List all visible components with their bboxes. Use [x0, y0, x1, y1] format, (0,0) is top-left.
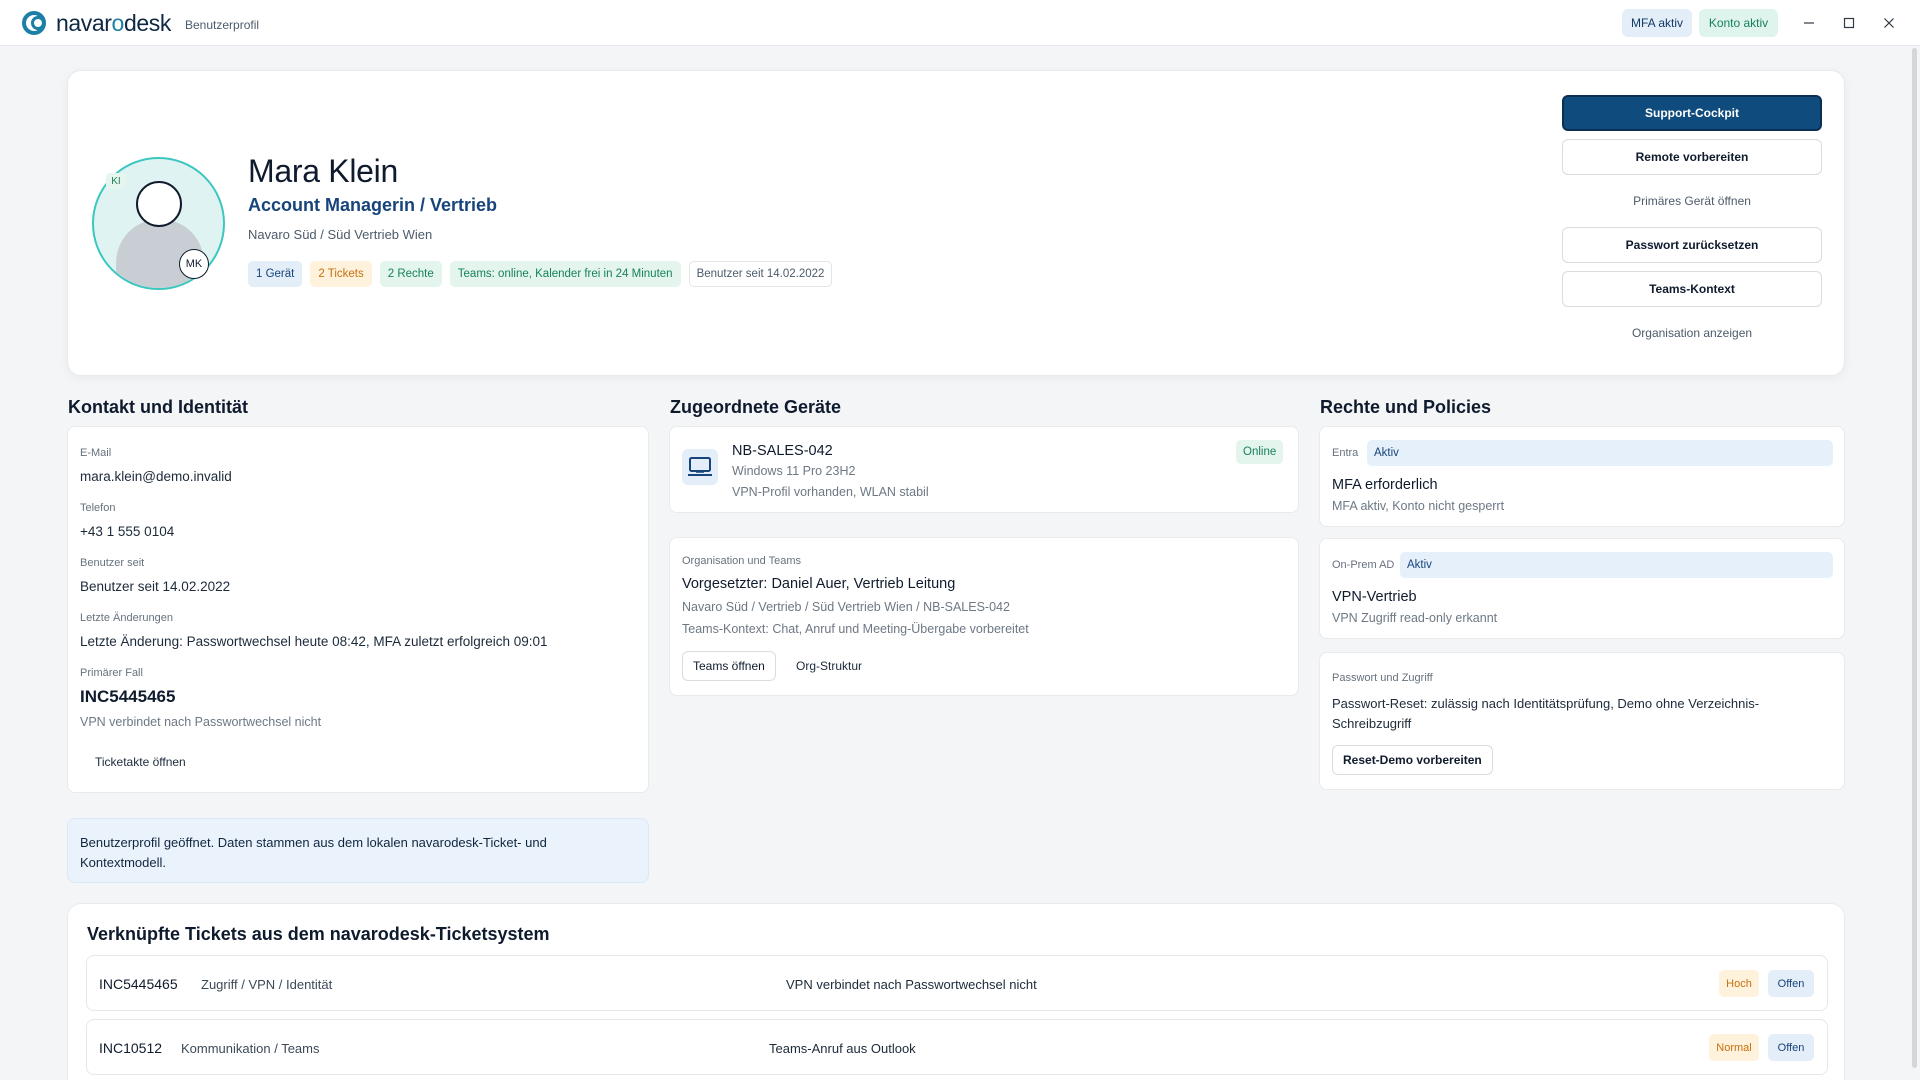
ticket-description: VPN verbindet nach Passwortwechsel nicht — [786, 977, 1037, 992]
scrollbar-thumb[interactable] — [1912, 48, 1917, 1068]
user-since-chip: Benutzer seit 14.02.2022 — [688, 261, 833, 287]
profile-chips: 1 Gerät 2 Tickets 2 Rechte Teams: online… — [248, 261, 833, 287]
avatar-initials: MK — [179, 249, 209, 279]
ticket-category: Zugriff / VPN / Identität — [201, 977, 333, 992]
open-ticket-file-button[interactable]: Ticketakte öffnen — [95, 755, 186, 769]
teams-context-button[interactable]: Teams-Kontext — [1562, 271, 1822, 307]
close-icon[interactable] — [1876, 10, 1902, 36]
policy-state-badge: Aktiv — [1367, 440, 1833, 466]
email-value: mara.klein@demo.invalid — [80, 469, 232, 484]
devices-section-title: Zugeordnete Geräte — [670, 397, 842, 417]
password-reset-button[interactable]: Passwort zurücksetzen — [1562, 227, 1822, 263]
remote-prepare-button[interactable]: Remote vorbereiten — [1562, 139, 1822, 175]
device-name: NB-SALES-042 — [732, 443, 833, 459]
manager-text: Vorgesetzter: Daniel Auer, Vertrieb Leit… — [682, 576, 956, 592]
password-access-text: Passwort-Reset: zulässig nach Identitäts… — [1332, 696, 1760, 731]
policy-title: MFA erforderlich — [1332, 477, 1438, 493]
page-scrollbar[interactable] — [1910, 46, 1920, 1080]
primary-case-id: INC5445465 — [80, 687, 176, 706]
tickets-section-title: Verknüpfte Tickets aus dem navarodesk-Ti… — [87, 924, 550, 944]
user-since-value: Benutzer seit 14.02.2022 — [80, 579, 231, 594]
primary-case-label: Primärer Fall — [80, 667, 143, 679]
ticket-id: INC10512 — [99, 1040, 163, 1056]
ticket-category: Kommunikation / Teams — [181, 1041, 320, 1056]
device-os: Windows 11 Pro 23H2 — [732, 464, 856, 478]
ticket-count-chip[interactable]: 2 Tickets — [310, 261, 372, 287]
ticket-id: INC5445465 — [99, 976, 178, 992]
linked-tickets-card: Verknüpfte Tickets aus dem navarodesk-Ti… — [67, 903, 1845, 1080]
title-bar: navarodesk Benutzerprofil MFA aktiv Kont… — [0, 0, 1920, 46]
policy-sub: MFA aktiv, Konto nicht gesperrt — [1332, 499, 1505, 513]
policy-card-vpn: On-Prem AD Aktiv VPN-Vertrieb VPN Zugrif… — [1319, 538, 1845, 639]
rights-count-chip[interactable]: 2 Rechte — [379, 261, 442, 287]
policy-card-mfa: Entra Aktiv MFA erforderlich MFA aktiv, … — [1319, 426, 1845, 527]
ticket-description: Teams-Anruf aus Outlook — [769, 1041, 916, 1056]
profile-name: Mara Klein — [248, 153, 398, 189]
org-teams-label: Organisation und Teams — [682, 555, 802, 567]
changes-label: Letzte Änderungen — [80, 612, 173, 624]
ticket-status-badge: Offen — [1768, 1034, 1814, 1061]
profile-org: Navaro Süd / Süd Vertrieb Wien — [248, 227, 433, 242]
reset-demo-button[interactable]: Reset-Demo vorbereiten — [1332, 745, 1493, 775]
teams-context-text: Teams-Kontext: Chat, Anruf und Meeting-Ü… — [682, 622, 1029, 636]
device-note: VPN-Profil vorhanden, WLAN stabil — [732, 485, 929, 499]
policies-section-title: Rechte und Policies — [1320, 397, 1492, 417]
open-primary-device-link[interactable]: Primäres Gerät öffnen — [1562, 183, 1822, 219]
show-organization-link[interactable]: Organisation anzeigen — [1562, 315, 1822, 351]
device-status-badge: Online — [1236, 440, 1284, 464]
phone-label: Telefon — [80, 502, 116, 514]
ticket-priority-badge: Normal — [1709, 1034, 1759, 1061]
password-access-label: Passwort und Zugriff — [1332, 672, 1433, 684]
device-count-chip[interactable]: 1 Gerät — [248, 261, 303, 287]
policy-source: On-Prem AD — [1332, 559, 1395, 571]
user-since-label: Benutzer seit — [80, 557, 145, 569]
minimize-icon[interactable] — [1796, 10, 1822, 36]
device-card[interactable]: NB-SALES-042 Windows 11 Pro 23H2 VPN-Pro… — [669, 426, 1299, 513]
phone-value: +43 1 555 0104 — [80, 524, 175, 539]
contact-section-title: Kontakt und Identität — [68, 397, 248, 417]
policy-sub: VPN Zugriff read-only erkannt — [1332, 611, 1498, 625]
password-access-card: Passwort und Zugriff Passwort-Reset: zul… — [1319, 652, 1845, 790]
changes-value: Letzte Änderung: Passwortwechsel heute 0… — [80, 634, 548, 649]
org-path: Navaro Süd / Vertrieb / Süd Vertrieb Wie… — [682, 600, 1010, 614]
policy-source: Entra — [1332, 447, 1359, 459]
logo-text: navarodesk — [56, 9, 171, 36]
policy-title: VPN-Vertrieb — [1332, 589, 1417, 605]
profile-role: Account Managerin / Vertrieb — [248, 195, 498, 215]
account-status-badge: Konto aktiv — [1699, 9, 1778, 37]
contact-card: E-Mail mara.klein@demo.invalid Telefon +… — [67, 426, 649, 793]
laptop-icon — [682, 449, 718, 485]
navarodesk-logo: navarodesk — [22, 10, 171, 36]
email-label: E-Mail — [80, 447, 112, 459]
open-teams-button[interactable]: Teams öffnen — [682, 651, 776, 681]
ticket-priority-badge: Hoch — [1719, 970, 1759, 997]
mfa-status-badge: MFA aktiv — [1622, 9, 1692, 37]
ticket-row[interactable]: INC10512 Kommunikation / Teams Teams-Anr… — [86, 1019, 1828, 1075]
avatar-ai-tag: KI — [106, 173, 126, 189]
org-teams-card: Organisation und Teams Vorgesetzter: Dan… — [669, 537, 1299, 696]
primary-case-desc: VPN verbindet nach Passwortwechsel nicht — [80, 715, 322, 729]
breadcrumb: Benutzerprofil — [185, 18, 260, 32]
logo-mark-icon — [22, 10, 54, 36]
ticket-row[interactable]: INC5445465 Zugriff / VPN / Identität VPN… — [86, 955, 1828, 1011]
maximize-icon[interactable] — [1836, 10, 1862, 36]
org-structure-button[interactable]: Org-Struktur — [796, 659, 862, 673]
ticket-status-badge: Offen — [1768, 970, 1814, 997]
support-cockpit-button[interactable]: Support-Cockpit — [1562, 95, 1822, 131]
info-message: Benutzerprofil geöffnet. Daten stammen a… — [67, 818, 649, 883]
teams-presence-chip: Teams: online, Kalender frei in 24 Minut… — [449, 261, 681, 287]
policy-state-badge: Aktiv — [1400, 552, 1833, 578]
profile-header-card: KI MK Mara Klein Account Managerin / Ver… — [67, 70, 1845, 376]
